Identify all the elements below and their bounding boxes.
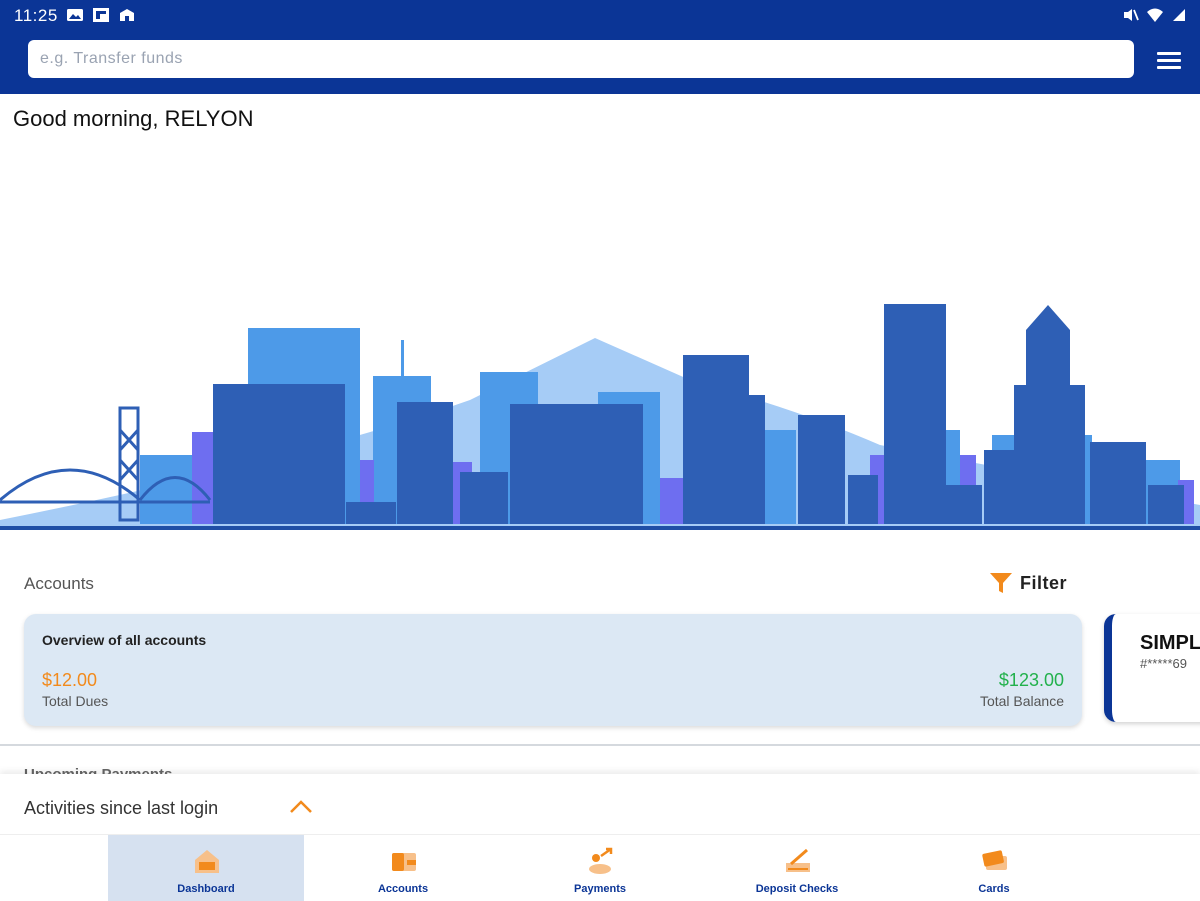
overview-title: Overview of all accounts: [42, 632, 207, 648]
nav-item-accounts[interactable]: Accounts: [305, 835, 501, 901]
nav-label: Deposit Checks: [755, 883, 839, 895]
nav-label: Cards: [978, 883, 1010, 895]
status-time: 11:25: [14, 6, 58, 25]
nav-label: Dashboard: [177, 883, 235, 895]
account-card[interactable]: SIMPL #*****69: [1104, 614, 1200, 722]
mute-icon: [1124, 9, 1139, 21]
gallery-icon: [67, 9, 83, 21]
city-skyline-illustration: [0, 304, 1200, 530]
deposit-check-icon: [786, 848, 810, 872]
flipboard-icon: [93, 8, 109, 22]
activities-label: Activities since last login: [24, 798, 219, 818]
upcoming-payments-title: Upcoming Payments: [24, 764, 172, 774]
account-number: #*****69: [1140, 656, 1187, 671]
filter-icon: [990, 573, 1012, 593]
store-icon: [120, 9, 134, 21]
activities-drawer-toggle[interactable]: Activities since last login: [0, 774, 1200, 834]
greeting-text: Good morning, RELYON: [13, 106, 254, 131]
nav-item-dashboard[interactable]: Dashboard: [108, 835, 304, 901]
nav-label: Payments: [574, 883, 626, 895]
total-balance-label: Total Balance: [979, 693, 1064, 709]
total-dues-label: Total Dues: [42, 693, 109, 709]
wallet-icon: [392, 853, 416, 871]
account-name: SIMPL: [1140, 632, 1200, 654]
total-balance-value: $123.00: [998, 670, 1064, 690]
bottom-navigation: Dashboard Accounts Payments Deposit Chec…: [0, 834, 1200, 901]
filter-button[interactable]: Filter: [988, 570, 1067, 596]
filter-label: Filter: [1020, 572, 1068, 593]
accounts-section-title: Accounts: [24, 574, 94, 593]
section-divider: [0, 744, 1200, 746]
payments-icon: [589, 847, 613, 874]
wifi-icon: [1147, 8, 1163, 22]
nav-item-cards[interactable]: Cards: [896, 835, 1092, 901]
battery-icon: [1173, 9, 1185, 21]
hamburger-menu-button[interactable]: [1154, 48, 1184, 74]
total-dues-value: $12.00: [42, 670, 98, 690]
dashboard-icon: [195, 850, 219, 873]
nav-item-deposit-checks[interactable]: Deposit Checks: [699, 835, 895, 901]
chevron-up-icon: [290, 800, 312, 813]
nav-label: Accounts: [377, 883, 429, 895]
app-header: 11:25: [0, 0, 1200, 94]
nav-item-payments[interactable]: Payments: [502, 835, 698, 901]
status-bar: 11:25: [0, 0, 1200, 32]
search-input[interactable]: [28, 40, 1134, 78]
accounts-overview-card[interactable]: Overview of all accounts $12.00 Total Du…: [24, 614, 1082, 726]
cards-icon: [982, 850, 1007, 870]
